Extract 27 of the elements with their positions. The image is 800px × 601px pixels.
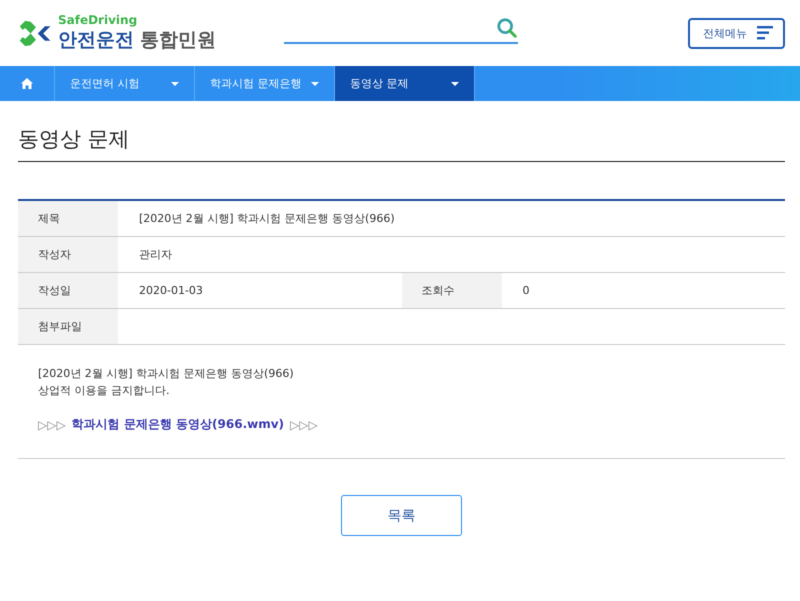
field-value: 0 [522,283,530,299]
file-link[interactable]: 학과시험 문제은행 동영상(966.wmv) [72,416,284,433]
caret-icon [171,82,179,86]
page-title: 동영상 문제 [18,101,785,162]
logo-tagline: SafeDriving [58,14,138,26]
field-label: 첨부파일 [18,309,118,344]
field-label: 작성일 [18,273,118,308]
nav-tab[interactable]: 동영상 문제 [335,66,475,101]
field-value: 관리자 [138,247,173,263]
body-text: [2020년 2월 시행] 학과시험 문제은행 동영상(966) [38,366,295,382]
home-icon [21,78,33,89]
caret-icon [311,82,319,86]
logo-title: 안전운전 [58,28,134,52]
logo-subtitle: 통합민원 [140,28,216,52]
menu-icon [757,26,773,40]
field-label: 작성자 [18,237,118,272]
field-label: 제목 [18,201,118,236]
field-label: 조회수 [402,273,502,308]
list-button[interactable]: 목록 [341,495,462,536]
search-icon[interactable] [496,17,518,39]
arrow-symbols: ▷▷▷ [38,418,66,432]
body-text: 상업적 이용을 금지합니다. [38,383,170,399]
all-menu-button[interactable]: 전체메뉴 [688,18,785,48]
field-value: 2020-01-03 [138,283,204,299]
caret-icon [451,82,459,86]
field-value: [2020년 2월 시행] 학과시험 문제은행 동영상(966) [138,211,396,227]
arrow-symbols: ▷▷▷ [290,418,318,432]
